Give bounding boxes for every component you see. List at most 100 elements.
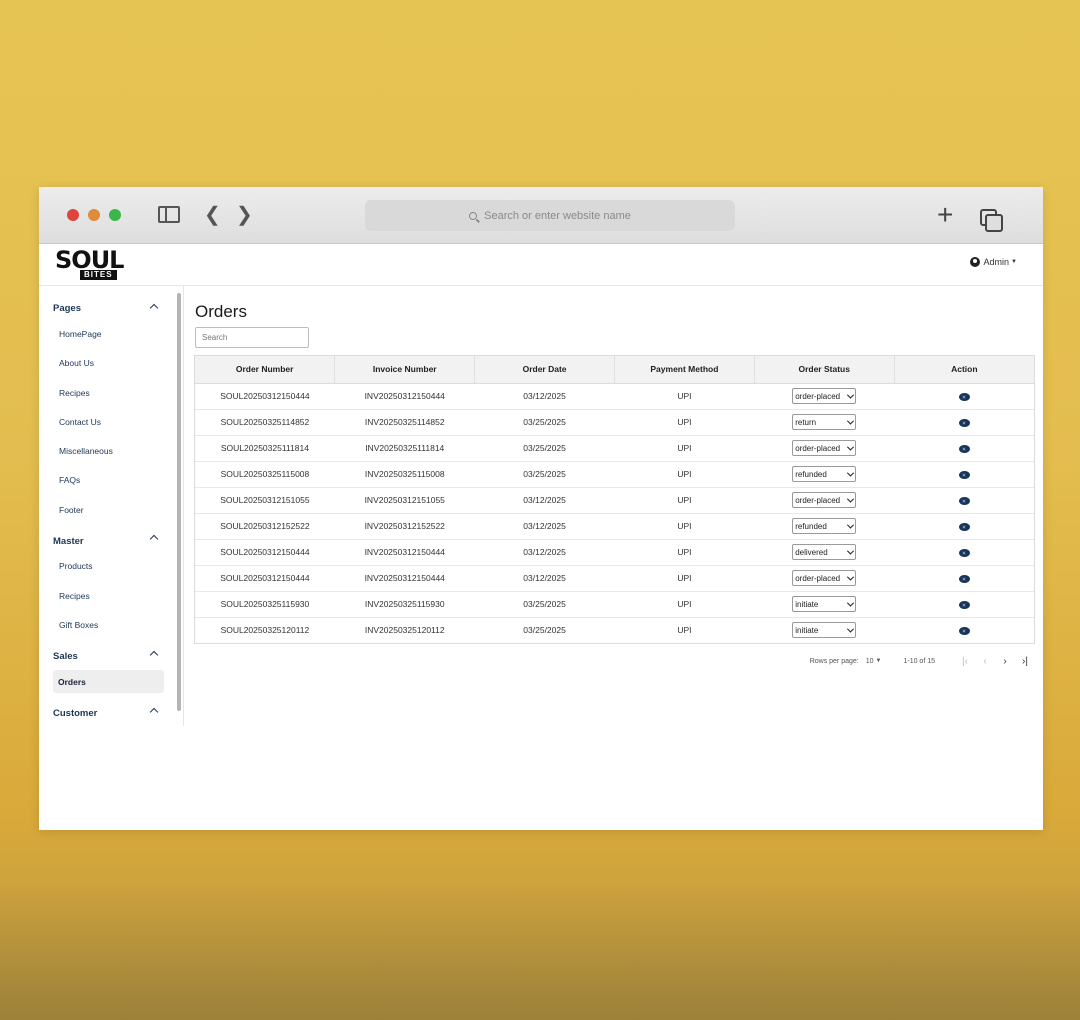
table-row: SOUL20250325114852 INV20250325114852 03/25… <box>195 409 1034 436</box>
order-date-cell: 03/25/2025 <box>523 625 566 636</box>
sidebar-item-gift-boxes[interactable]: Gift Boxes <box>59 620 98 630</box>
previous-page-icon[interactable]: ‹ <box>975 656 995 667</box>
sidebar-scrollbar[interactable] <box>177 293 181 711</box>
sidebar-item-contact-us[interactable]: Contact Us <box>59 417 101 427</box>
order-status-cell: refunded <box>754 513 895 540</box>
forward-arrow-icon[interactable]: ❯ <box>236 205 253 225</box>
table-row: SOUL20250325111814 INV20250325111814 03/25… <box>195 435 1034 462</box>
admin-menu[interactable]: Admin ▼ <box>969 257 1017 267</box>
chevron-up-icon[interactable] <box>149 706 159 716</box>
order-status-select[interactable]: initiate <box>792 622 857 639</box>
order-status-value: order-placed <box>795 391 841 401</box>
order-status-select[interactable]: order-placed <box>792 492 857 508</box>
sidebar-item-homepage[interactable]: HomePage <box>59 329 102 339</box>
minimize-window-button[interactable] <box>88 209 100 221</box>
column-header-order-number[interactable]: Order Number <box>195 356 336 384</box>
view-eye-icon[interactable] <box>958 548 970 557</box>
first-page-icon[interactable]: |‹ <box>955 656 975 667</box>
order-status-select[interactable]: refunded <box>792 466 857 482</box>
view-eye-icon[interactable] <box>958 444 970 453</box>
sidebar-item-master-recipes[interactable]: Recipes <box>59 591 90 601</box>
chevron-up-icon[interactable] <box>149 533 159 543</box>
invoice-number-cell: INV20250325114852 <box>334 409 475 436</box>
chevron-down-icon <box>847 573 855 581</box>
order-status-select[interactable]: delivered <box>792 544 857 560</box>
sidebar-section-master[interactable]: Master <box>53 536 84 547</box>
address-placeholder: Search or enter website name <box>484 209 631 222</box>
maximize-window-button[interactable] <box>109 209 121 221</box>
order-date-cell: 03/25/2025 <box>474 435 615 462</box>
order-date-cell: 03/25/2025 <box>474 409 615 436</box>
column-header-order-status[interactable]: Order Status <box>754 356 895 384</box>
order-status-select[interactable]: order-placed <box>792 388 857 404</box>
sidebar-section-customer[interactable]: Customer <box>53 708 97 719</box>
view-eye-icon[interactable] <box>958 574 970 583</box>
sidebar-item-miscellaneous[interactable]: Miscellaneous <box>59 446 113 456</box>
sidebar-item-footer[interactable]: Footer <box>59 505 84 515</box>
order-status-select[interactable]: refunded <box>792 518 857 534</box>
sidebar-item-about-us[interactable]: About Us <box>59 358 94 368</box>
rows-per-page-select[interactable]: 10 <box>866 658 874 665</box>
sidebar-item-products[interactable]: Products <box>59 561 93 571</box>
order-status-value: refunded <box>795 521 827 531</box>
order-status-select[interactable]: initiate <box>792 596 857 612</box>
invoice-number-cell: INV20250325120112 <box>364 625 445 636</box>
chevron-down-icon <box>847 495 855 503</box>
action-cell <box>894 435 1034 462</box>
sidebar-toggle-icon[interactable] <box>158 206 180 223</box>
sidebar-item-faqs[interactable]: FAQs <box>59 475 80 485</box>
payment-method-cell: UPI <box>614 487 755 514</box>
order-status-value: order-placed <box>795 573 841 583</box>
table-row: SOUL20250312150444 INV20250312150444 03/12… <box>195 383 1034 410</box>
next-page-icon[interactable]: › <box>995 656 1015 667</box>
table-header-row: Order Number Invoice Number Order Date P… <box>195 356 1034 384</box>
new-tab-plus-icon[interactable]: + <box>937 201 953 229</box>
search-input[interactable] <box>195 327 309 348</box>
chevron-up-icon[interactable] <box>149 302 159 312</box>
column-header-payment-method[interactable]: Payment Method <box>614 356 755 384</box>
action-cell <box>894 487 1034 514</box>
chevron-down-icon <box>847 547 855 555</box>
view-eye-icon[interactable] <box>958 392 970 401</box>
column-header-invoice-number[interactable]: Invoice Number <box>334 356 476 384</box>
rows-per-page-label: Rows per page: <box>809 657 859 665</box>
search-icon <box>469 211 478 220</box>
order-status-select[interactable]: return <box>792 414 857 430</box>
sidebar-section-pages[interactable]: Pages <box>53 303 81 314</box>
orders-table-body: SOUL20250312150444 INV20250312150444 03/12… <box>195 383 1034 643</box>
main-content: Orders Order Number Invoice Number Order… <box>194 286 1035 826</box>
order-status-select[interactable]: order-placed <box>792 570 857 586</box>
back-arrow-icon[interactable]: ❮ <box>204 205 221 225</box>
order-number-cell: SOUL20250312151055 <box>195 487 335 514</box>
invoice-number-cell: INV20250325111814 <box>334 435 475 462</box>
address-bar[interactable]: Search or enter website name <box>365 200 735 231</box>
view-eye-icon[interactable] <box>958 627 970 635</box>
order-status-select[interactable]: order-placed <box>792 440 857 456</box>
chevron-up-icon[interactable] <box>149 649 159 659</box>
column-header-order-date[interactable]: Order Date <box>474 356 615 384</box>
close-window-button[interactable] <box>67 209 79 221</box>
action-cell <box>894 409 1034 436</box>
sidebar-item-orders[interactable]: Orders <box>53 670 164 693</box>
caret-down-icon[interactable]: ▼ <box>876 658 882 664</box>
table-row: SOUL20250312150444 INV20250312150444 03/12… <box>195 565 1034 592</box>
view-eye-icon[interactable] <box>958 470 970 479</box>
view-eye-icon[interactable] <box>958 522 970 531</box>
last-page-icon[interactable]: ›| <box>1015 656 1035 667</box>
order-date-cell: 03/12/2025 <box>474 383 615 410</box>
order-status-cell: order-placed <box>754 487 895 514</box>
view-eye-icon[interactable] <box>958 496 970 505</box>
sidebar-item-recipes[interactable]: Recipes <box>59 388 90 398</box>
action-cell <box>894 513 1034 540</box>
tab-overview-icon[interactable] <box>980 209 1003 232</box>
invoice-number-cell: INV20250325115930 <box>334 591 475 618</box>
page-title: Orders <box>195 302 247 321</box>
soul-bites-logo[interactable]: SOUL BITES <box>55 248 135 282</box>
order-date-cell: 03/25/2025 <box>474 591 615 618</box>
view-eye-icon[interactable] <box>958 418 970 427</box>
sidebar-section-sales[interactable]: Sales <box>53 651 78 662</box>
order-number-cell: SOUL20250312152522 <box>195 513 335 540</box>
view-eye-icon[interactable] <box>958 600 970 609</box>
table-row: SOUL20250312150444 INV20250312150444 03/12… <box>195 539 1034 566</box>
action-cell <box>894 565 1034 592</box>
